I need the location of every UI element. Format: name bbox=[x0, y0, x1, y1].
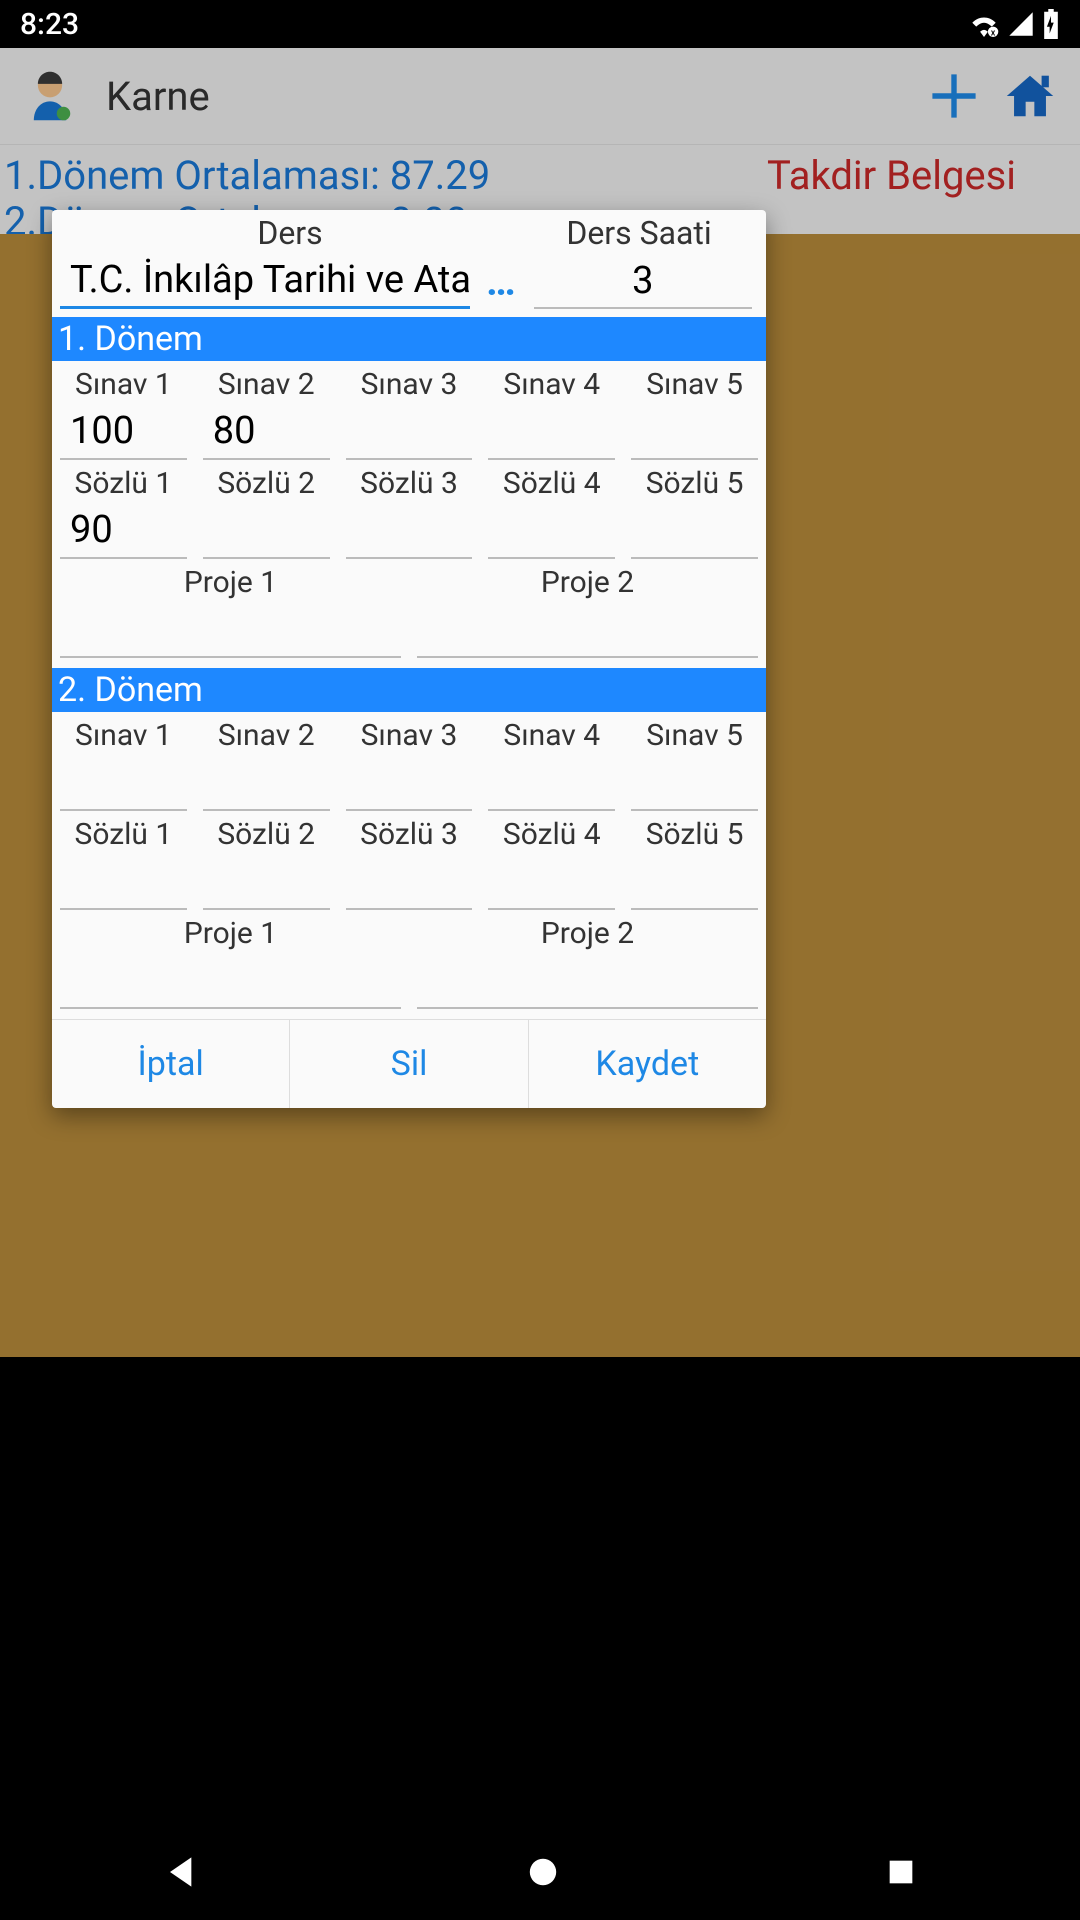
oral-label: Sözlü 1 bbox=[60, 811, 187, 854]
oral-label: Sözlü 4 bbox=[488, 811, 615, 854]
project-label: Proje 2 bbox=[417, 910, 758, 953]
oral-input[interactable] bbox=[631, 503, 758, 559]
oral-input[interactable] bbox=[60, 854, 187, 910]
project-label: Proje 1 bbox=[60, 910, 401, 953]
dialog-buttons: İptal Sil Kaydet bbox=[52, 1019, 766, 1108]
exam-input[interactable] bbox=[346, 404, 473, 460]
exam-label: Sınav 5 bbox=[631, 712, 758, 755]
navigation-bar bbox=[0, 1824, 1080, 1920]
oral-label: Sözlü 5 bbox=[631, 811, 758, 854]
oral-input[interactable] bbox=[203, 503, 330, 559]
project-input[interactable] bbox=[417, 602, 758, 658]
back-icon[interactable] bbox=[162, 1852, 202, 1892]
exam-input[interactable] bbox=[631, 404, 758, 460]
oral-input[interactable]: 90 bbox=[60, 503, 187, 559]
exam-input[interactable] bbox=[346, 755, 473, 811]
award-text: Takdir Belgesi bbox=[767, 153, 1016, 199]
home-button[interactable] bbox=[1000, 66, 1060, 126]
cancel-button[interactable]: İptal bbox=[52, 1020, 290, 1108]
exam-label: Sınav 1 bbox=[60, 712, 187, 755]
term1-header: 1. Dönem bbox=[52, 317, 766, 361]
status-bar: 8:23 x bbox=[0, 0, 1080, 48]
oral-label: Sözlü 5 bbox=[631, 460, 758, 503]
saat-input[interactable]: 3 bbox=[534, 253, 752, 309]
exam-label: Sınav 2 bbox=[203, 361, 330, 404]
exam-input[interactable] bbox=[60, 755, 187, 811]
term2-header: 2. Dönem bbox=[52, 668, 766, 712]
status-time: 8:23 bbox=[20, 7, 79, 42]
term1-block: Sınav 1 Sınav 2 Sınav 3 Sınav 4 Sınav 5 … bbox=[52, 361, 766, 668]
exam-input[interactable]: 100 bbox=[60, 404, 187, 460]
svg-text:x: x bbox=[991, 29, 996, 37]
wifi-icon: x bbox=[968, 11, 1000, 37]
saat-label: Ders Saati bbox=[520, 214, 758, 252]
project-label: Proje 1 bbox=[60, 559, 401, 602]
app-header: Karne bbox=[0, 48, 1080, 144]
exam-input[interactable] bbox=[203, 755, 330, 811]
project-input[interactable] bbox=[60, 602, 401, 658]
exam-label: Sınav 3 bbox=[346, 361, 473, 404]
recent-icon[interactable] bbox=[884, 1855, 918, 1889]
oral-label: Sözlü 4 bbox=[488, 460, 615, 503]
oral-label: Sözlü 2 bbox=[203, 460, 330, 503]
exam-label: Sınav 5 bbox=[631, 361, 758, 404]
oral-label: Sözlü 1 bbox=[60, 460, 187, 503]
ders-picker-button[interactable]: … bbox=[486, 258, 518, 309]
battery-icon bbox=[1042, 9, 1060, 39]
term2-block: Sınav 1 Sınav 2 Sınav 3 Sınav 4 Sınav 5 … bbox=[52, 712, 766, 1019]
home-icon[interactable] bbox=[525, 1854, 561, 1890]
exam-input[interactable] bbox=[631, 755, 758, 811]
exam-input[interactable] bbox=[488, 404, 615, 460]
avg1-text: 1.Dönem Ortalaması: 87.29 bbox=[4, 152, 490, 199]
save-button[interactable]: Kaydet bbox=[529, 1020, 766, 1108]
add-button[interactable] bbox=[924, 66, 984, 126]
status-right: x bbox=[968, 9, 1060, 39]
exam-label: Sınav 4 bbox=[488, 361, 615, 404]
oral-input[interactable] bbox=[488, 854, 615, 910]
exam-label: Sınav 2 bbox=[203, 712, 330, 755]
edit-dialog: Ders Ders Saati T.C. İnkılâp Tarihi ve A… bbox=[52, 210, 766, 1108]
project-label: Proje 2 bbox=[417, 559, 758, 602]
delete-button[interactable]: Sil bbox=[290, 1020, 528, 1108]
project-input[interactable] bbox=[60, 953, 401, 1009]
oral-input[interactable] bbox=[203, 854, 330, 910]
signal-icon bbox=[1008, 11, 1034, 37]
exam-input[interactable] bbox=[488, 755, 615, 811]
oral-input[interactable] bbox=[346, 854, 473, 910]
ders-input[interactable]: T.C. İnkılâp Tarihi ve Ata bbox=[60, 252, 470, 309]
oral-label: Sözlü 2 bbox=[203, 811, 330, 854]
oral-input[interactable] bbox=[631, 854, 758, 910]
exam-input[interactable]: 80 bbox=[203, 404, 330, 460]
oral-input[interactable] bbox=[488, 503, 615, 559]
page-title: Karne bbox=[106, 73, 908, 120]
oral-input[interactable] bbox=[346, 503, 473, 559]
oral-label: Sözlü 3 bbox=[346, 460, 473, 503]
exam-label: Sınav 3 bbox=[346, 712, 473, 755]
project-input[interactable] bbox=[417, 953, 758, 1009]
oral-label: Sözlü 3 bbox=[346, 811, 473, 854]
exam-label: Sınav 1 bbox=[60, 361, 187, 404]
avatar-icon bbox=[20, 66, 80, 126]
exam-label: Sınav 4 bbox=[488, 712, 615, 755]
ders-label: Ders bbox=[60, 214, 520, 252]
